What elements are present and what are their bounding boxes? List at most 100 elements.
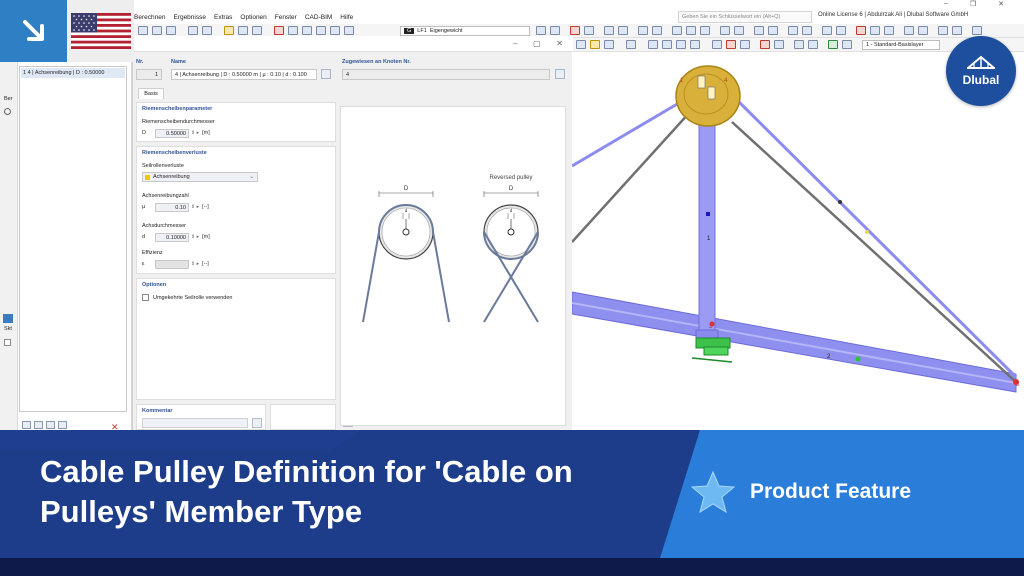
mirror-icon[interactable] xyxy=(904,26,914,35)
tab-basis[interactable]: Basis xyxy=(138,88,164,99)
new-file-icon[interactable] xyxy=(138,26,148,35)
hinge-icon[interactable] xyxy=(734,26,744,35)
spinner-arrows-icon[interactable]: ⇕ ▸ xyxy=(191,130,199,136)
menu-item-extras[interactable]: Extras xyxy=(214,14,232,21)
menu-item-fenster[interactable]: Fenster xyxy=(275,14,297,21)
material-icon[interactable] xyxy=(768,26,778,35)
spinner-arrows-icon[interactable]: ⇕ ▸ xyxy=(191,234,199,240)
perspective-icon[interactable] xyxy=(794,40,804,49)
view-front-icon[interactable] xyxy=(576,40,586,49)
visibility-icon[interactable] xyxy=(828,40,838,49)
results-icon[interactable] xyxy=(288,26,298,35)
next-icon[interactable] xyxy=(550,26,560,35)
edit-name-icon[interactable] xyxy=(321,69,331,79)
load-view-icon[interactable] xyxy=(726,40,736,49)
snap-icon[interactable] xyxy=(822,26,832,35)
cable-left-upper[interactable] xyxy=(571,98,685,168)
result-view-icon[interactable] xyxy=(740,40,750,49)
restore-icon[interactable]: ❐ xyxy=(970,0,976,10)
filter-icon[interactable] xyxy=(652,26,662,35)
diameter-value[interactable]: 0.50000 xyxy=(155,128,189,138)
surface-icon[interactable] xyxy=(618,26,628,35)
guide-icon[interactable] xyxy=(836,26,846,35)
search-input[interactable]: Geben Sie ein Schlüsselwort ein (Alt+Q) xyxy=(678,11,812,23)
divide-icon[interactable] xyxy=(938,26,948,35)
load-case-select[interactable]: G LF1 Eigengewicht xyxy=(400,26,530,36)
prev-icon[interactable] xyxy=(536,26,546,35)
comment-edit-icon[interactable] xyxy=(252,418,262,428)
move-icon[interactable] xyxy=(884,26,894,35)
spinner-arrows-icon[interactable]: ⇕ ▸ xyxy=(191,204,199,210)
name-field[interactable]: 4 | Achsenreibung | D : 0.50000 m | µ : … xyxy=(171,69,317,80)
table-icon[interactable] xyxy=(202,26,212,35)
axle-spinner[interactable]: 0.10000 ⇕ ▸ [m] xyxy=(155,232,210,242)
window-icon[interactable] xyxy=(238,26,248,35)
dialog-maximize-icon[interactable]: ▢ xyxy=(533,39,541,48)
node-select-icon[interactable] xyxy=(648,40,658,49)
member-select-icon[interactable] xyxy=(676,40,686,49)
info-icon[interactable] xyxy=(58,421,67,429)
line-select-icon[interactable] xyxy=(662,40,672,49)
model-3d-view[interactable]: 1 2 1 2 3 4 xyxy=(571,52,1024,430)
dialog-minimize-icon[interactable]: – xyxy=(513,39,517,48)
view-icon[interactable] xyxy=(188,26,198,35)
close-icon[interactable]: ✕ xyxy=(998,0,1004,10)
menu-item-ergebnisse[interactable]: Ergebnisse xyxy=(173,14,206,21)
panel-icon[interactable] xyxy=(3,314,13,323)
render-icon[interactable] xyxy=(672,26,682,35)
zoom-icon[interactable] xyxy=(686,26,696,35)
save-icon[interactable] xyxy=(166,26,176,35)
open-file-icon[interactable] xyxy=(152,26,162,35)
menu-item-optionen[interactable]: Optionen xyxy=(240,14,266,21)
member-icon[interactable] xyxy=(604,26,614,35)
check-icon[interactable] xyxy=(316,26,326,35)
language-tile[interactable] xyxy=(67,0,134,62)
view-iso-icon[interactable] xyxy=(590,40,600,49)
color-icon[interactable] xyxy=(842,40,852,49)
node-icon[interactable] xyxy=(570,26,580,35)
support-symbol[interactable] xyxy=(691,337,733,363)
menu-item-hilfe[interactable]: Hilfe xyxy=(340,14,353,21)
edit-item-icon[interactable] xyxy=(46,421,55,429)
assigned-nodes-field[interactable]: 4 xyxy=(342,69,550,80)
column-member[interactable] xyxy=(698,121,716,348)
strip-checkbox[interactable] xyxy=(4,339,11,346)
reverse-checkbox[interactable] xyxy=(142,294,149,301)
layer-view-icon[interactable] xyxy=(808,40,818,49)
comment-field[interactable] xyxy=(142,418,248,428)
rotate-icon[interactable] xyxy=(700,26,710,35)
line-icon[interactable] xyxy=(584,26,594,35)
settings-icon[interactable] xyxy=(972,26,982,35)
clear-icon[interactable] xyxy=(760,40,770,49)
edit-icon[interactable] xyxy=(224,26,234,35)
list-item[interactable]: 1 4 | Achsenreibung | D : 0.50000 xyxy=(21,68,125,78)
friction-value[interactable]: 0.10 xyxy=(155,202,189,212)
dialog-close-icon[interactable]: ✕ xyxy=(556,39,563,48)
view-top-icon[interactable] xyxy=(604,40,614,49)
diameter-spinner[interactable]: 0.50000 ⇕ ▸ [m] xyxy=(155,128,210,138)
support-icon[interactable] xyxy=(720,26,730,35)
menu-item-berechnen[interactable]: Berechnen xyxy=(134,14,165,21)
copy-item-icon[interactable] xyxy=(34,421,43,429)
pick-node-icon[interactable] xyxy=(555,69,565,79)
axle-value[interactable]: 0.10000 xyxy=(155,232,189,242)
section-icon[interactable] xyxy=(754,26,764,35)
radio-button[interactable] xyxy=(4,108,11,115)
delete-icon[interactable] xyxy=(856,26,866,35)
grid-icon[interactable] xyxy=(802,26,812,35)
display-icon[interactable] xyxy=(638,26,648,35)
scale-icon[interactable] xyxy=(918,26,928,35)
solid-icon[interactable] xyxy=(690,40,700,49)
no-field[interactable]: 1 xyxy=(136,69,162,80)
arrow-icon[interactable] xyxy=(626,40,636,49)
calculate-icon[interactable] xyxy=(274,26,284,35)
model-icon[interactable] xyxy=(330,26,340,35)
layout-icon[interactable] xyxy=(252,26,262,35)
measure-icon[interactable] xyxy=(788,26,798,35)
layer-select[interactable]: 1 - Standard-Basislayer xyxy=(862,40,940,50)
copy-icon[interactable] xyxy=(870,26,880,35)
friction-spinner[interactable]: 0.10 ⇕ ▸ [--] xyxy=(155,202,209,212)
report-icon[interactable] xyxy=(302,26,312,35)
losses-select[interactable]: Achsenreibung ⌄ xyxy=(142,172,258,182)
menu-item-cad-bim[interactable]: CAD-BIM xyxy=(305,14,332,21)
